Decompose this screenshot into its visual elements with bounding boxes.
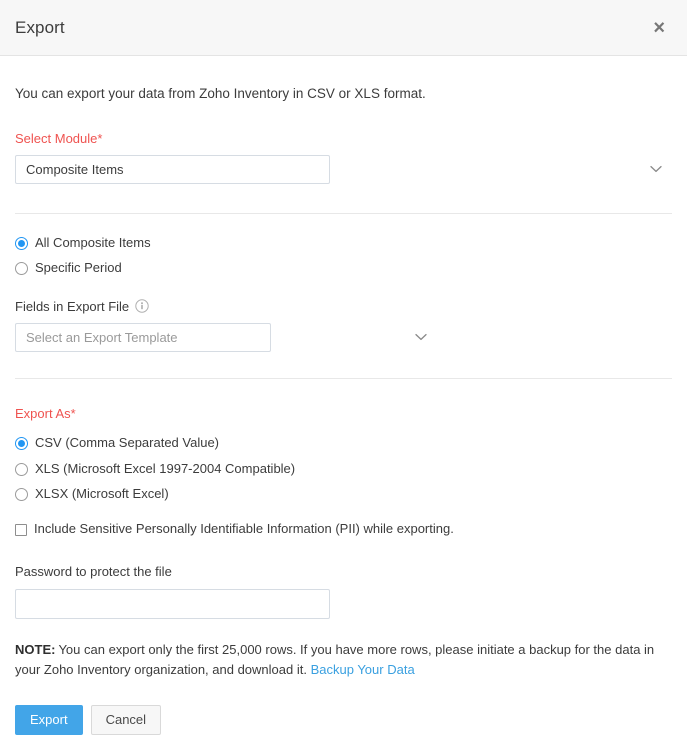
password-label: Password to protect the file — [15, 564, 672, 579]
fields-in-export-file-label: Fields in Export File — [15, 299, 129, 314]
info-icon[interactable] — [135, 299, 149, 313]
export-format-group: CSV (Comma Separated Value) XLS (Microso… — [15, 435, 672, 504]
select-template-wrapper: Select an Export Template — [15, 323, 672, 352]
password-input[interactable] — [15, 589, 330, 619]
radio-indicator — [15, 463, 28, 476]
radio-specific-period[interactable]: Specific Period — [15, 260, 672, 277]
select-module-label: Select Module* — [15, 131, 672, 146]
page-title: Export — [15, 18, 65, 38]
select-export-template-dropdown[interactable]: Select an Export Template — [15, 323, 271, 352]
export-scope-group: All Composite Items Specific Period — [15, 235, 672, 277]
radio-indicator-selected — [15, 237, 28, 250]
note-text: NOTE:You can export only the first 25,00… — [15, 640, 670, 680]
export-button[interactable]: Export — [15, 705, 83, 735]
intro-text: You can export your data from Zoho Inven… — [15, 85, 672, 104]
divider-bottom — [15, 378, 672, 379]
checkbox-label: Include Sensitive Personally Identifiabl… — [34, 521, 454, 538]
backup-your-data-link[interactable]: Backup Your Data — [311, 662, 415, 677]
cancel-button[interactable]: Cancel — [91, 705, 161, 735]
select-module-dropdown[interactable]: Composite Items — [15, 155, 330, 184]
radio-indicator — [15, 488, 28, 501]
close-icon[interactable]: × — [649, 16, 669, 40]
radio-label: Specific Period — [35, 260, 122, 277]
export-as-label: Export As* — [15, 406, 672, 421]
modal-body: You can export your data from Zoho Inven… — [0, 85, 687, 749]
chevron-down-icon — [415, 333, 427, 341]
modal-header: Export × — [0, 0, 687, 56]
radio-label: XLSX (Microsoft Excel) — [35, 486, 169, 503]
radio-format-csv[interactable]: CSV (Comma Separated Value) — [15, 435, 672, 452]
divider-top — [15, 213, 672, 214]
note-label: NOTE: — [15, 642, 55, 657]
radio-label: All Composite Items — [35, 235, 151, 252]
modal-footer: Export Cancel — [15, 705, 672, 749]
radio-label: CSV (Comma Separated Value) — [35, 435, 219, 452]
radio-indicator — [15, 262, 28, 275]
chevron-down-icon — [650, 165, 662, 173]
radio-format-xlsx[interactable]: XLSX (Microsoft Excel) — [15, 486, 672, 503]
select-module-wrapper: Composite Items — [15, 155, 672, 184]
radio-format-xls[interactable]: XLS (Microsoft Excel 1997-2004 Compatibl… — [15, 461, 672, 478]
fields-label-row: Fields in Export File — [15, 299, 672, 314]
radio-label: XLS (Microsoft Excel 1997-2004 Compatibl… — [35, 461, 295, 478]
password-block: Password to protect the file — [15, 564, 672, 619]
checkbox-include-pii[interactable]: Include Sensitive Personally Identifiabl… — [15, 521, 672, 538]
radio-indicator-selected — [15, 437, 28, 450]
checkbox-indicator — [15, 524, 27, 536]
fields-in-export-file-block: Fields in Export File Select an Export T… — [15, 299, 672, 352]
radio-all-composite-items[interactable]: All Composite Items — [15, 235, 672, 252]
